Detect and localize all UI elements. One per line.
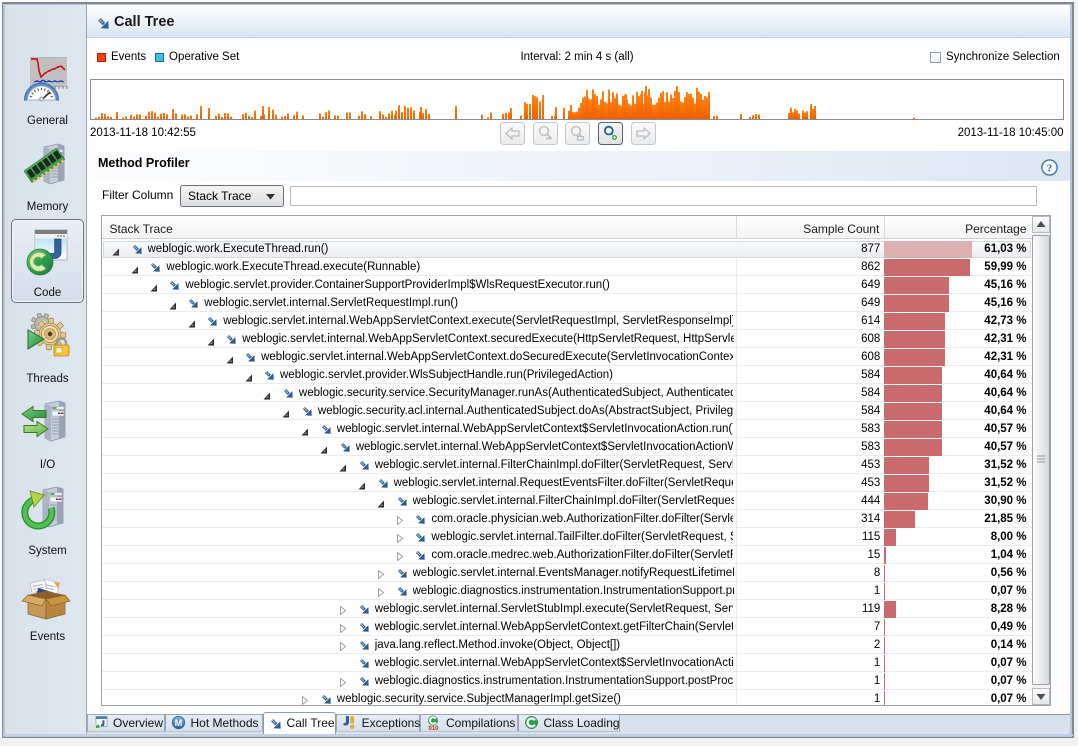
svg-text:?: ? <box>1047 163 1053 175</box>
svg-text:M: M <box>174 718 182 728</box>
svg-text:010: 010 <box>428 726 439 730</box>
